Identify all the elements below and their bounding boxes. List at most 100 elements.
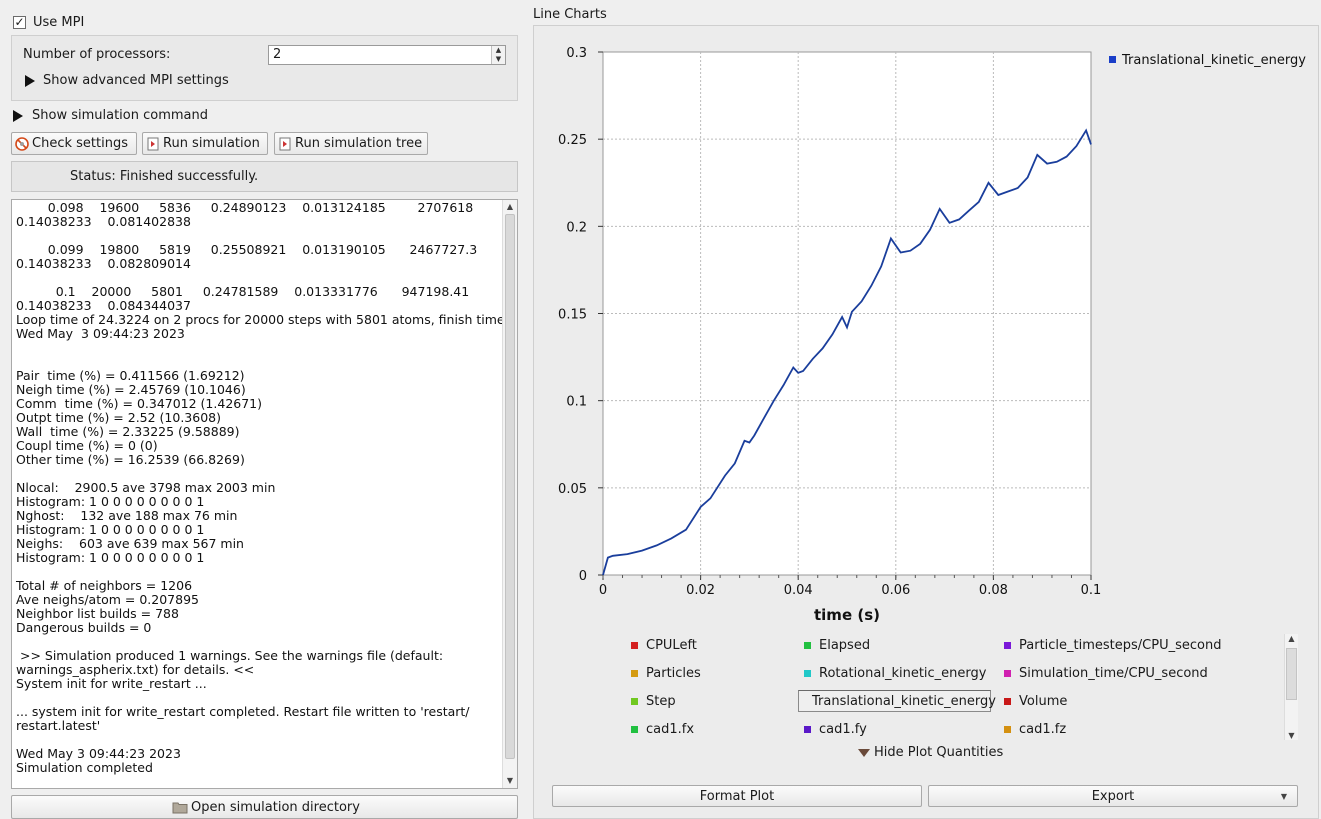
scroll-down-icon[interactable]: ▼ — [503, 774, 517, 788]
log-line: Histogram: 1 0 0 0 0 0 0 0 0 1 — [16, 522, 205, 537]
quantity-color-swatch — [1004, 669, 1011, 677]
export-dropdown[interactable]: Export ▼ — [928, 785, 1298, 807]
open-dir-label: Open simulation directory — [191, 799, 360, 815]
log-line: 0.14038233 0.084344037 — [16, 298, 191, 313]
log-line: warnings_aspherix.txt) for details. << — [16, 662, 255, 677]
spinbox-arrows[interactable]: ▲ ▼ — [491, 46, 505, 64]
use-mpi-checkbox[interactable]: ✓ — [13, 16, 26, 29]
log-line: ... system init for write_restart comple… — [16, 704, 470, 719]
use-mpi-label: Use MPI — [33, 15, 85, 30]
quantity-color-swatch — [1004, 641, 1011, 649]
log-line: Neighs: 603 ave 639 max 567 min — [16, 536, 244, 551]
log-line: restart.latest' — [16, 718, 101, 733]
log-line: System init for write_restart ... — [16, 676, 207, 691]
log-line: Nghost: 132 ave 188 max 76 min — [16, 508, 238, 523]
quantity-label: cad1.fy — [819, 721, 867, 737]
quantity-item[interactable]: cad1.fy — [804, 720, 867, 738]
quantity-item[interactable]: Rotational_kinetic_energy — [804, 664, 986, 682]
x-tick-label: 0.04 — [784, 583, 813, 598]
run-simulation-tree-label: Run simulation tree — [295, 136, 423, 151]
run-simulation-tree-button[interactable]: Run simulation tree — [274, 132, 428, 155]
chevron-down-icon: ▼ — [1280, 792, 1287, 801]
format-plot-label: Format Plot — [699, 788, 775, 804]
quantity-item[interactable]: Particles — [631, 664, 701, 682]
quantity-color-swatch — [804, 669, 811, 677]
scroll-down-icon[interactable]: ▼ — [1285, 731, 1298, 740]
log-scroll-thumb[interactable] — [505, 214, 515, 759]
quantity-item[interactable]: Step — [631, 692, 676, 710]
y-tick-label: 0.3 — [566, 46, 587, 61]
quantity-item[interactable]: Particle_timesteps/CPU_second — [1004, 636, 1221, 654]
scroll-up-icon[interactable]: ▲ — [503, 200, 517, 214]
log-line: Dangerous builds = 0 — [16, 620, 152, 635]
y-tick-label: 0.05 — [558, 482, 587, 497]
x-axis-label: time (s) — [814, 606, 880, 624]
collapse-arrow-icon — [858, 748, 870, 757]
spin-down-icon[interactable]: ▼ — [492, 55, 505, 64]
x-tick-label: 0.08 — [979, 583, 1008, 598]
legend-label: Translational_kinetic_energy — [1121, 53, 1306, 68]
quantity-label: Volume — [1019, 693, 1068, 709]
quantity-label: Simulation_time/CPU_second — [1019, 665, 1208, 681]
quantity-item[interactable]: Translational_kinetic_energy — [798, 690, 996, 712]
log-line: Histogram: 1 0 0 0 0 0 0 0 0 1 — [16, 550, 205, 565]
quantity-item[interactable]: CPULeft — [631, 636, 697, 654]
quantity-label: Particle_timesteps/CPU_second — [1019, 637, 1222, 653]
quantity-item[interactable]: cad1.fz — [1004, 720, 1066, 738]
advanced-mpi-toggle[interactable]: Show advanced MPI settings — [25, 73, 229, 88]
y-tick-label: 0.15 — [558, 308, 587, 323]
line-chart[interactable]: 0 0.02 0.04 0.06 0.08 0.1 0 0.05 0.1 0.15 0.2 0.25 0… — [534, 30, 1314, 630]
show-command-toggle[interactable]: Show simulation command — [13, 108, 208, 123]
log-line: 0.14038233 0.081402838 — [16, 214, 191, 229]
simulation-log[interactable]: 0.098 19600 5836 0.24890123 0.013124185 … — [11, 199, 518, 789]
quantity-color-swatch — [1004, 697, 1011, 705]
quantity-color-swatch — [1004, 725, 1011, 733]
quantities-scroll-thumb[interactable] — [1286, 648, 1297, 700]
run-simulation-label: Run simulation — [163, 136, 260, 151]
y-tick-label: 0 — [579, 569, 587, 584]
quantity-color-swatch — [804, 725, 811, 733]
log-line: Wed May 3 09:44:23 2023 — [16, 326, 185, 341]
log-line: Nlocal: 2900.5 ave 3798 max 2003 min — [16, 480, 276, 495]
export-label: Export — [1091, 788, 1135, 804]
line-charts-title: Line Charts — [533, 7, 607, 22]
quantity-item[interactable]: Elapsed — [804, 636, 870, 654]
log-line: 0.099 19800 5819 0.25508921 0.013190105 … — [16, 242, 478, 257]
open-simulation-directory-button[interactable]: Open simulation directory — [11, 795, 518, 819]
legend-swatch — [1109, 56, 1116, 63]
log-line: Comm time (%) = 0.347012 (1.42671) — [16, 396, 263, 411]
no-entry-icon — [15, 136, 29, 151]
quantity-color-swatch — [631, 697, 638, 705]
quantity-label: Elapsed — [819, 637, 871, 653]
quantity-item[interactable]: Simulation_time/CPU_second — [1004, 664, 1208, 682]
log-line: Total # of neighbors = 1206 — [16, 578, 193, 593]
log-line: Neigh time (%) = 2.45769 (10.1046) — [16, 382, 246, 397]
document-run-icon — [146, 137, 160, 151]
hide-plot-quantities-label: Hide Plot Quantities — [874, 745, 1004, 760]
log-line: Wed May 3 09:44:23 2023 — [16, 746, 181, 761]
log-scrollbar[interactable]: ▲ ▼ — [502, 200, 517, 788]
y-tick-label: 0.25 — [558, 133, 587, 148]
log-line: Coupl time (%) = 0 (0) — [16, 438, 158, 453]
quantity-label: Step — [646, 693, 676, 709]
quantity-item[interactable]: Volume — [1004, 692, 1067, 710]
quantity-item[interactable]: cad1.fx — [631, 720, 694, 738]
folder-icon — [172, 800, 188, 814]
spin-up-icon[interactable]: ▲ — [492, 46, 505, 55]
quantities-scrollbar[interactable]: ▲ ▼ — [1284, 634, 1298, 740]
scroll-up-icon[interactable]: ▲ — [1285, 634, 1298, 643]
format-plot-button[interactable]: Format Plot — [552, 785, 922, 807]
run-simulation-button[interactable]: Run simulation — [142, 132, 268, 155]
log-line: Simulation completed — [16, 760, 153, 775]
log-text: 0.098 19600 5836 0.24890123 0.013124185 … — [16, 201, 505, 775]
y-tick-label: 0.1 — [566, 395, 587, 410]
num-processors-spinbox[interactable]: 2 ▲ ▼ — [268, 45, 506, 65]
check-settings-button[interactable]: Check settings — [11, 132, 137, 155]
quantity-color-swatch — [804, 641, 811, 649]
hide-plot-quantities-toggle[interactable]: Hide Plot Quantities — [858, 745, 1003, 760]
